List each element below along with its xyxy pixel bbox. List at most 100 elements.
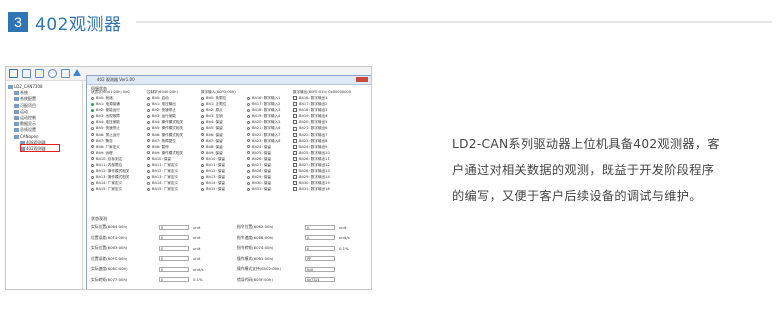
status-led — [201, 120, 204, 124]
checkbox[interactable] — [293, 175, 297, 180]
checkbox[interactable] — [293, 126, 297, 131]
field-value: 0 — [305, 235, 335, 240]
connect-icon[interactable] — [9, 69, 18, 78]
bit-indicator-row: Bit15: 保留 — [201, 186, 236, 192]
tree-item-label: 可配项目 — [20, 102, 36, 108]
monitor-icon[interactable] — [61, 69, 70, 78]
status-led — [201, 187, 204, 191]
checkbox[interactable] — [293, 156, 297, 161]
tree-item-label: CANopen — [20, 133, 39, 139]
checkbox[interactable] — [293, 169, 297, 174]
checkbox[interactable] — [293, 96, 297, 101]
software-screenshot: LD2_CAN7308 系统 系统配置 可配项目 运动 运动控制 数据显示 总线设置 CANop… — [5, 66, 372, 290]
open-icon[interactable] — [22, 69, 31, 78]
status-led — [147, 102, 150, 106]
status-led — [201, 151, 204, 155]
section-header: 3 402观测器 — [8, 11, 121, 35]
tree-node-icon — [14, 116, 19, 120]
checkbox[interactable] — [293, 187, 297, 192]
status-led — [247, 169, 250, 173]
bit-indicator-row: Bit15: 厂家定义 — [147, 186, 183, 192]
tree-node-icon — [14, 109, 19, 114]
observe-field: 实际位置(6064:00h) 0 unit — [91, 224, 200, 230]
field-unit: unit — [193, 256, 201, 261]
tree-node-icon — [14, 103, 19, 108]
status-led — [201, 127, 204, 131]
status-led — [91, 163, 94, 167]
observe-field: 实际转矩(6077:00h) 0 0.1% — [91, 277, 203, 283]
checkbox[interactable] — [293, 150, 297, 155]
status-led — [201, 133, 204, 137]
status-led — [201, 102, 204, 106]
field-value: 0 — [159, 277, 189, 282]
field-unit: unit/s — [193, 266, 204, 272]
tree-node-icon — [14, 128, 19, 133]
checkbox[interactable] — [293, 114, 297, 119]
status-led — [247, 145, 250, 149]
field-label: 实际位置(6063:00h) — [91, 245, 128, 250]
status-led — [91, 187, 94, 191]
checkbox[interactable] — [293, 102, 297, 107]
field-label: 指令位置(6062:00h) — [237, 224, 274, 229]
status-led — [91, 114, 94, 118]
status-led — [147, 133, 150, 137]
field-label: 实际速度(606C:00h) — [91, 266, 128, 271]
field-label: 操作模式支持(6502:00h) — [237, 266, 281, 271]
observe-field: 操作模式支持(6502:00h) 0x0 — [237, 266, 339, 272]
status-led — [201, 163, 204, 167]
field-value: 0 — [159, 235, 189, 240]
tree-item[interactable]: 总线设置 — [14, 127, 36, 133]
status-led — [247, 139, 250, 143]
tree-item[interactable]: LD2_CAN7308 — [8, 84, 43, 89]
tree-item[interactable]: 运动 — [14, 109, 28, 115]
close-button[interactable] — [356, 77, 368, 82]
field-unit: unit — [193, 235, 201, 240]
status-led — [247, 163, 250, 167]
description: LD2-CAN系列驱动器上位机具备402观测器，客 户通过对相关数据的观测，既益于… — [452, 131, 772, 209]
warning-icon[interactable] — [73, 69, 81, 76]
bit-column: 数字输入(60FD:00h) Bit0: 负限位 Bit1: 正限位 Bit2: 原点… — [201, 89, 236, 193]
tree-item[interactable]: 系统配置 — [14, 96, 36, 102]
status-led — [91, 175, 94, 179]
observe-field: 操作模式(6061:00h) PP — [237, 256, 339, 262]
save-icon[interactable] — [35, 69, 44, 78]
field-label: 实际转矩(6077:00h) — [91, 276, 128, 282]
observe-field: 指令位置(6062:00h) 0 unit — [237, 224, 346, 230]
bit-label: Bit15: 厂家定义 — [96, 187, 123, 192]
checkbox[interactable] — [293, 181, 297, 186]
header-divider — [136, 21, 772, 23]
settings-icon[interactable] — [48, 69, 57, 78]
tree-item-label: 系统 — [20, 90, 28, 96]
bit-column: Bit16: 数字输入1 Bit17: 数字输入2 Bit18: 数字输入3 Bit1… — [247, 89, 280, 193]
checkbox[interactable] — [293, 120, 297, 125]
window-title: 402 观测器 Ver1.00 — [97, 77, 135, 82]
status-led — [247, 181, 250, 185]
bit-label: Bit15: 保留 — [206, 187, 225, 192]
bit-label: Bit31: 数字输出16 — [299, 187, 330, 192]
status-led — [247, 108, 250, 112]
status-led — [147, 108, 150, 112]
checkbox[interactable] — [293, 163, 297, 168]
checkbox[interactable] — [293, 144, 297, 149]
tree-item-label: 运动控制 — [20, 115, 36, 120]
checkbox[interactable] — [293, 138, 297, 143]
tree-item[interactable]: 可配项目 — [14, 103, 36, 109]
field-value: 0 — [159, 224, 189, 230]
status-led — [147, 96, 150, 100]
status-led — [201, 114, 204, 118]
bit-indicator-row: Bit31: 保留 — [247, 186, 280, 192]
field-label: 位置误差(60FC:00h) — [91, 255, 128, 261]
status-led — [247, 102, 250, 106]
checkbox[interactable] — [293, 108, 297, 113]
bit-column: 状态字(6041:00h) 0x0 Bit0: 就绪 Bit1: 电源接通 Bit2:… — [91, 89, 130, 193]
field-unit: 0.1% — [193, 277, 203, 282]
field-value: 0 — [305, 245, 335, 251]
status-led — [247, 175, 250, 179]
window-titlebar: 402 观测器 Ver1.00 — [87, 76, 371, 85]
field-value: 0 — [305, 224, 335, 230]
status-led — [91, 181, 94, 185]
status-led — [201, 157, 204, 161]
tree-item[interactable]: CANopen — [14, 134, 39, 139]
checkbox[interactable] — [293, 132, 297, 137]
description-line: 的编写，又便于客户后续设备的调试与维护。 — [452, 189, 702, 203]
